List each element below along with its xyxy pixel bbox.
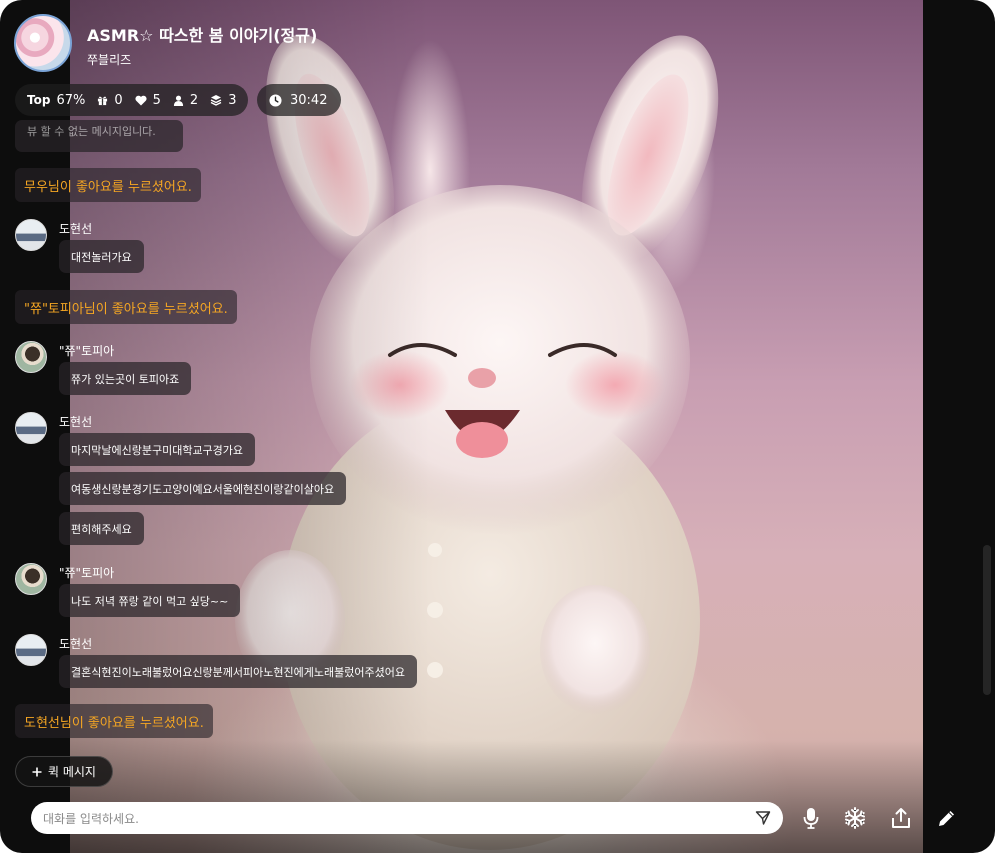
chat-scrollbar[interactable]	[983, 545, 991, 695]
plus-icon	[32, 767, 42, 776]
chat-message: 편히해주세요	[59, 512, 144, 545]
quick-message-button[interactable]: 퀵 메시지	[15, 756, 113, 787]
snowflake-icon	[845, 807, 865, 829]
clock-icon	[269, 93, 282, 107]
microphone-button[interactable]	[797, 804, 825, 832]
chat-username[interactable]: 도현선	[59, 635, 92, 652]
chat-message-text: 뷰 할 수 없는 메시지입니다.	[27, 125, 156, 138]
app-frame: ASMR☆ 따스한 봄 이야기(정규) 쭈블리즈 Top 67% 0 5 2 3…	[0, 0, 995, 853]
broadcast-title: ASMR☆ 따스한 봄 이야기(정규)	[87, 26, 318, 45]
chat-message-partial: 뷰 할 수 없는 메시지입니다.	[15, 120, 183, 152]
system-message: 도현선님이 좋아요를 누르셨어요.	[15, 704, 213, 738]
gift-count: 0	[97, 92, 123, 108]
user-avatar[interactable]	[15, 341, 47, 373]
user-avatar[interactable]	[15, 634, 47, 666]
edit-button[interactable]	[933, 804, 961, 832]
microphone-icon	[803, 808, 819, 829]
top-percent: 67%	[56, 92, 86, 108]
chat-username[interactable]: 도현선	[59, 413, 92, 430]
viewer-count: 2	[173, 93, 198, 108]
chat-message: 대전놀러가요	[59, 240, 144, 273]
chat-message: 쮸가 있는곳이 토피아죠	[59, 362, 192, 395]
layers-icon	[210, 95, 222, 106]
background-shade-bottom	[70, 740, 923, 853]
gift-count-value: 0	[114, 92, 123, 108]
broadcaster-avatar[interactable]	[14, 14, 72, 72]
viewer-count-value: 2	[189, 92, 199, 108]
heart-icon	[135, 95, 147, 105]
chat-input-placeholder: 대화를 입력하세요.	[43, 811, 139, 826]
broadcaster-name[interactable]: 쭈블리즈	[87, 51, 131, 68]
broadcast-timer: 30:42	[257, 84, 342, 116]
layer-count-value: 3	[228, 92, 237, 108]
chat-message: 여동생신랑분경기도고양이예요서울에현진이랑같이살아요	[59, 472, 347, 505]
like-count: 5	[135, 93, 161, 108]
snowflake-button[interactable]	[841, 804, 869, 832]
share-button[interactable]	[887, 804, 915, 832]
timer-value: 30:42	[290, 92, 328, 108]
chat-username[interactable]: 도현선	[59, 220, 92, 237]
user-avatar[interactable]	[15, 563, 47, 595]
user-avatar[interactable]	[15, 412, 47, 444]
quick-message-label: 퀵 메시지	[48, 765, 96, 779]
chat-username[interactable]: "쮸"토피아	[59, 564, 114, 581]
like-count-value: 5	[152, 92, 161, 108]
pencil-icon	[939, 811, 954, 826]
share-icon	[892, 808, 910, 828]
top-rank: Top 67%	[27, 93, 85, 108]
send-icon[interactable]	[755, 810, 771, 826]
chat-input[interactable]: 대화를 입력하세요.	[31, 802, 783, 834]
top-label: Top	[27, 93, 51, 107]
stats-bar: Top 67% 0 5 2 3	[15, 84, 249, 116]
chat-message: 마지막날에신랑분구미대학교구경가요	[59, 433, 256, 466]
system-message: 무우님이 좋아요를 누르셨어요.	[15, 168, 201, 202]
gift-icon	[98, 96, 108, 105]
chat-username[interactable]: "쮸"토피아	[59, 342, 114, 359]
layer-count: 3	[210, 93, 236, 108]
chat-message: 결혼식현진이노래불렀어요신랑분께서피아노현진에게노래불렀어주셨어요	[59, 655, 417, 688]
user-avatar[interactable]	[15, 219, 47, 251]
person-icon	[173, 95, 183, 106]
chat-message: 나도 저녁 쮸랑 같이 먹고 싶당~~	[59, 584, 241, 617]
system-message: "쮸"토피아님이 좋아요를 누르셨어요.	[15, 290, 237, 324]
